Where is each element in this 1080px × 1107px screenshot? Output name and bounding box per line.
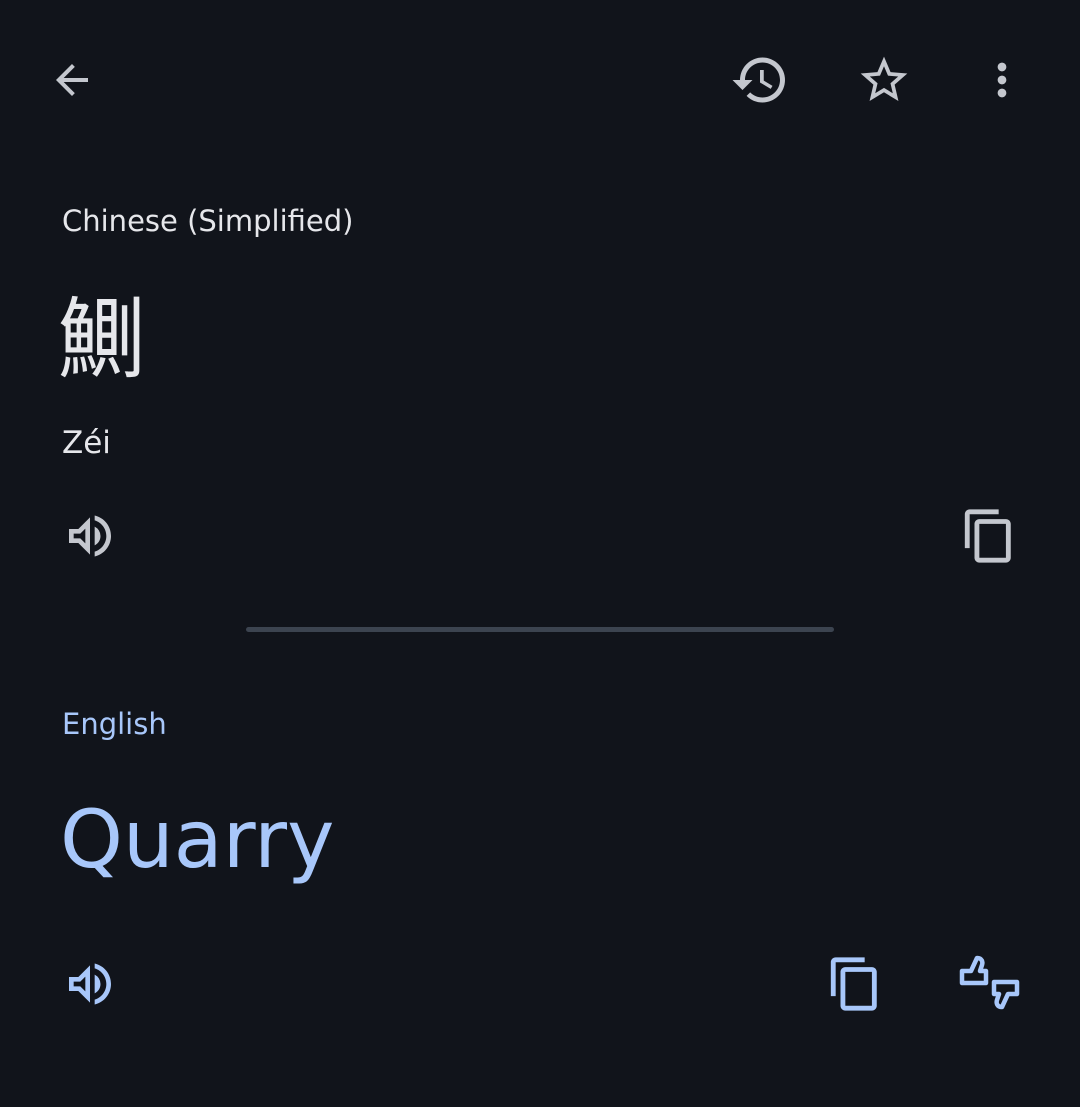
more-options-button[interactable] xyxy=(972,48,1032,112)
history-button[interactable] xyxy=(726,46,794,114)
source-romanization: Zéi xyxy=(62,425,111,461)
copy-icon xyxy=(830,957,877,1011)
history-icon xyxy=(732,57,785,103)
arrow-back-icon xyxy=(56,64,88,96)
source-language-label: Chinese (Simplified) xyxy=(62,204,354,238)
volume-up-icon xyxy=(69,515,111,557)
volume-up-icon xyxy=(69,963,111,1005)
favorite-button[interactable] xyxy=(852,48,916,112)
copy-icon xyxy=(964,509,1011,563)
star-outline-icon xyxy=(860,56,908,101)
source-listen-button[interactable] xyxy=(58,504,122,568)
target-language-label: English xyxy=(62,707,167,741)
source-text: 鰂 xyxy=(58,288,147,391)
feedback-thumbs-icon xyxy=(959,955,1020,1010)
back-button[interactable] xyxy=(40,48,104,112)
translated-text: Quarry xyxy=(60,793,335,886)
source-copy-button[interactable] xyxy=(956,504,1022,568)
more-vert-icon xyxy=(997,62,1007,98)
target-copy-button[interactable] xyxy=(822,952,888,1016)
target-listen-button[interactable] xyxy=(58,952,122,1016)
section-divider xyxy=(246,627,834,632)
rate-translation-button[interactable] xyxy=(952,948,1028,1020)
